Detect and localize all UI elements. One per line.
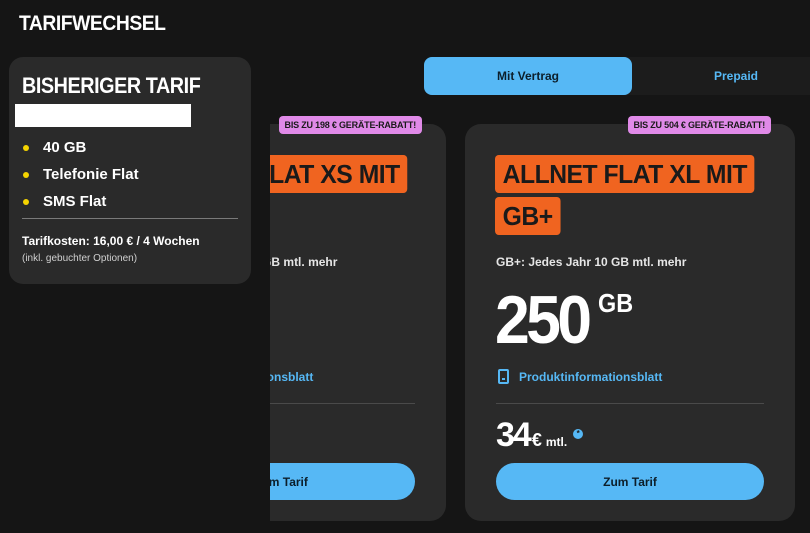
bullet-icon [23, 198, 29, 205]
tab-prepaid[interactable]: Prepaid [640, 57, 810, 95]
feature-item: SMS Flat [23, 188, 139, 215]
feature-label: 40 GB [43, 139, 87, 156]
discount-badge: BIS ZU 198 € GERÄTE-RABATT! [278, 116, 422, 134]
product-info-link[interactable]: Produktinformationsblatt [498, 369, 662, 384]
data-volume: 250 GB [495, 286, 637, 354]
feature-label: Telefonie Flat [43, 166, 139, 183]
info-icon[interactable]: * [573, 428, 584, 439]
price: 34 € mtl. * [496, 416, 584, 455]
feature-item: Telefonie Flat [23, 161, 139, 188]
tariff-title-line2: GB+ [495, 197, 561, 235]
tariff-features: 40 GB Telefonie Flat SMS Flat [23, 134, 139, 215]
current-tariff-title: BISHERIGER TARIF [22, 73, 201, 98]
tariff-cost-note: (inkl. gebuchter Optionen) [22, 253, 138, 264]
tariff-cost: Tarifkosten: 16,00 € / 4 Wochen [22, 234, 200, 248]
price-period: mtl. [545, 435, 568, 449]
page-title: TARIFWECHSEL [19, 12, 166, 35]
tab-mit-vertrag[interactable]: Mit Vertrag [424, 57, 632, 95]
price-amount: 34 [496, 416, 532, 454]
zum-tarif-button[interactable]: Zum Tarif [496, 463, 764, 500]
data-volume-number: 250 [495, 282, 592, 358]
current-tariff-panel: BISHERIGER TARIF 40 GB Telefonie Flat SM… [9, 57, 251, 284]
discount-badge: BIS ZU 504 € GERÄTE-RABATT! [627, 116, 771, 134]
price-currency: € [531, 430, 542, 450]
product-info-label: Produktinformationsblatt [519, 369, 663, 384]
tariff-card-xl: BIS ZU 504 € GERÄTE-RABATT! ALLNET FLAT … [465, 116, 795, 521]
tariff-title-line1: ALLNET FLAT XL MIT [495, 155, 755, 193]
document-icon [498, 369, 509, 384]
bullet-icon [23, 144, 29, 151]
tariff-title: ALLNET FLAT XL MIT GB+ [495, 155, 768, 235]
bullet-icon [23, 171, 29, 178]
contract-toggle: Mit Vertrag Prepaid [424, 57, 810, 95]
feature-label: SMS Flat [43, 193, 107, 210]
feature-item: 40 GB [23, 134, 139, 161]
redacted-field [15, 104, 191, 127]
gb-plus-info: GB+: Jedes Jahr 10 GB mtl. mehr [496, 255, 687, 269]
card-divider [496, 403, 764, 404]
panel-divider [22, 218, 238, 219]
data-volume-unit: GB [598, 288, 634, 318]
